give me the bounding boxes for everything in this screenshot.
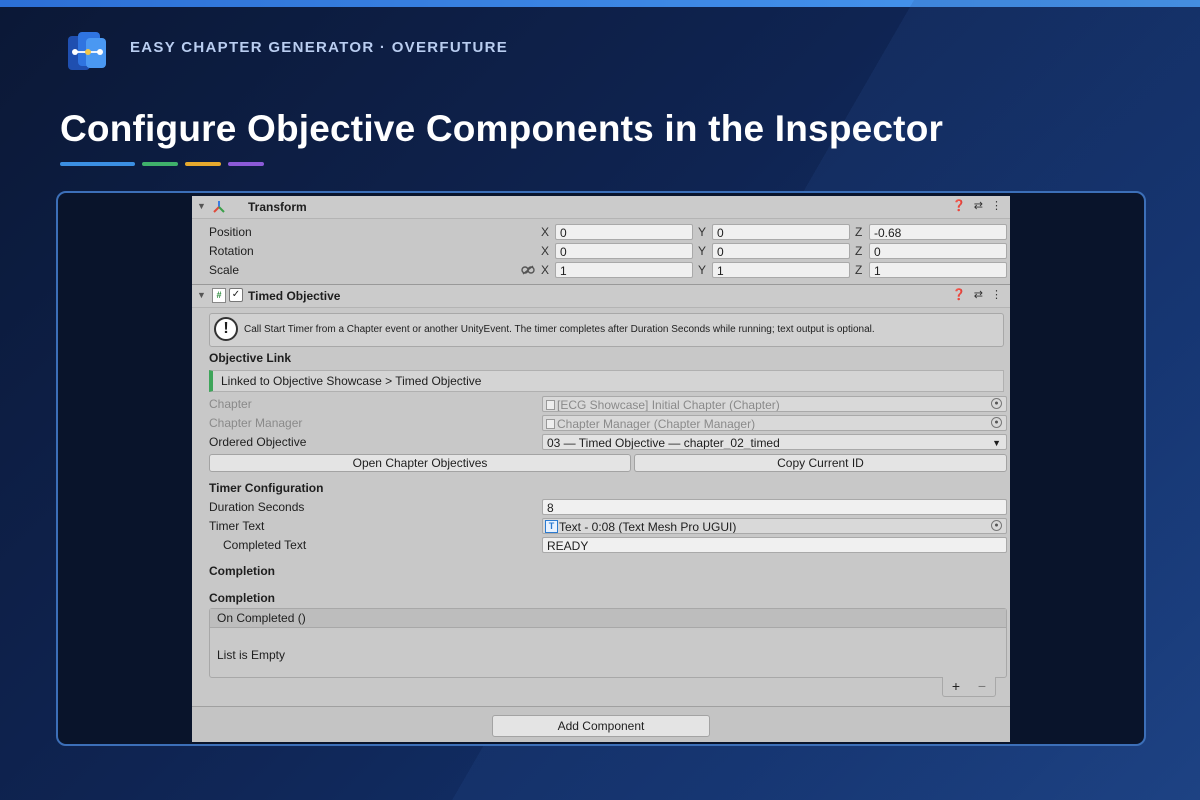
scale-x-field[interactable]: 1 — [555, 262, 693, 278]
rotation-z-axis[interactable]: Z — [855, 244, 862, 258]
completion-heading: Completion — [209, 564, 275, 578]
scale-label: Scale — [209, 263, 240, 277]
event-list-controls: + − — [942, 677, 996, 697]
chapter-field[interactable]: [ECG Showcase] Initial Chapter (Chapter)… — [542, 396, 1007, 412]
rotation-y-field[interactable]: 0 — [712, 243, 850, 259]
constrain-proportions-icon[interactable] — [521, 265, 535, 275]
kebab-menu-icon[interactable]: ⋮ — [991, 199, 1002, 212]
app-logo — [68, 32, 106, 70]
remove-event-button[interactable]: − — [978, 677, 986, 696]
completed-text-field[interactable]: READY — [542, 537, 1007, 553]
position-y-field[interactable]: 0 — [712, 224, 850, 240]
help-icon[interactable]: ❓ — [952, 199, 966, 212]
help-icon[interactable]: ❓ — [952, 288, 966, 301]
scale-z-field[interactable]: 1 — [869, 262, 1007, 278]
on-completed-event-list: On Completed () List is Empty — [209, 608, 1007, 678]
collapse-arrow-icon[interactable]: ▼ — [197, 290, 206, 300]
chapter-manager-label: Chapter Manager — [209, 416, 303, 430]
object-picker-icon[interactable]: ● — [991, 417, 1002, 428]
help-box: ! Call Start Timer from a Chapter event … — [209, 313, 1004, 347]
accent-line-purple — [228, 162, 264, 166]
rotation-x-axis[interactable]: X — [541, 244, 549, 258]
brand-name: EASY CHAPTER GENERATOR · OVERFUTURE — [130, 39, 509, 56]
timed-objective-header[interactable]: ▼ # ✓ Timed Objective ❓ ⇄ ⋮ — [192, 284, 1010, 308]
timer-text-label: Timer Text — [209, 519, 265, 533]
scale-y-field[interactable]: 1 — [712, 262, 850, 278]
ordered-objective-value: 03 — Timed Objective — chapter_02_timed — [547, 436, 780, 450]
accent-line-green — [142, 162, 178, 166]
position-x-axis[interactable]: X — [541, 225, 549, 239]
preset-icon[interactable]: ⇄ — [974, 199, 983, 212]
chapter-asset-icon — [546, 400, 555, 410]
timer-text-field[interactable]: T Text - 0:08 (Text Mesh Pro UGUI) ● — [542, 518, 1007, 534]
ordered-objective-dropdown[interactable]: 03 — Timed Objective — chapter_02_timed … — [542, 434, 1007, 450]
timer-configuration-heading: Timer Configuration — [209, 481, 324, 495]
chapter-manager-field-value: Chapter Manager (Chapter Manager) — [557, 417, 756, 431]
position-y-axis[interactable]: Y — [698, 225, 706, 239]
scale-y-axis[interactable]: Y — [698, 263, 706, 277]
timer-text-value: Text - 0:08 (Text Mesh Pro UGUI) — [559, 520, 737, 534]
enabled-checkbox[interactable]: ✓ — [229, 288, 243, 302]
collapse-arrow-icon[interactable]: ▼ — [197, 201, 206, 211]
object-picker-icon[interactable]: ● — [991, 520, 1002, 531]
preset-icon[interactable]: ⇄ — [974, 288, 983, 301]
add-event-button[interactable]: + — [952, 677, 960, 696]
chapter-manager-field[interactable]: Chapter Manager (Chapter Manager) ● — [542, 415, 1007, 431]
rotation-x-field[interactable]: 0 — [555, 243, 693, 259]
chapter-label: Chapter — [209, 397, 252, 411]
accent-line-blue — [60, 162, 135, 166]
completion-event-heading: Completion — [209, 591, 275, 605]
copy-current-id-button[interactable]: Copy Current ID — [634, 454, 1007, 472]
script-icon: # — [212, 288, 226, 303]
objective-link-heading: Objective Link — [209, 351, 292, 365]
help-text: Call Start Timer from a Chapter event or… — [244, 324, 875, 335]
duration-seconds-field[interactable]: 8 — [542, 499, 1007, 515]
link-status: Linked to Objective Showcase > Timed Obj… — [209, 370, 1004, 392]
on-completed-event-header: On Completed () — [210, 609, 1006, 628]
scale-x-axis[interactable]: X — [541, 263, 549, 277]
screenshot-frame: ▼ Transform ❓ ⇄ ⋮ Position X 0 Y 0 Z -0.… — [56, 191, 1146, 746]
page-title: Configure Objective Components in the In… — [60, 108, 944, 149]
open-chapter-objectives-button[interactable]: Open Chapter Objectives — [209, 454, 631, 472]
rotation-z-field[interactable]: 0 — [869, 243, 1007, 259]
chapter-manager-asset-icon — [546, 419, 555, 429]
text-component-icon: T — [545, 520, 558, 533]
kebab-menu-icon[interactable]: ⋮ — [991, 288, 1002, 301]
ordered-objective-label: Ordered Objective — [209, 435, 307, 449]
add-component-button[interactable]: Add Component — [492, 715, 710, 737]
rotation-y-axis[interactable]: Y — [698, 244, 706, 258]
position-label: Position — [209, 225, 252, 239]
top-accent-bar — [0, 0, 1200, 7]
transform-icon — [213, 201, 225, 213]
accent-line-yellow — [185, 162, 221, 166]
dropdown-arrow-icon: ▼ — [992, 438, 1001, 448]
position-z-field[interactable]: -0.68 — [869, 224, 1007, 240]
accent-lines — [60, 162, 264, 166]
warning-icon: ! — [214, 317, 238, 341]
inspector-footer: Add Component — [192, 706, 1010, 742]
duration-seconds-label: Duration Seconds — [209, 500, 305, 514]
transform-title: Transform — [248, 200, 307, 214]
position-x-field[interactable]: 0 — [555, 224, 693, 240]
position-z-axis[interactable]: Z — [855, 225, 862, 239]
event-list-empty-text: List is Empty — [217, 648, 286, 662]
inspector-panel: ▼ Transform ❓ ⇄ ⋮ Position X 0 Y 0 Z -0.… — [192, 196, 1010, 742]
timed-objective-title: Timed Objective — [248, 289, 341, 303]
scale-z-axis[interactable]: Z — [855, 263, 862, 277]
completed-text-label: Completed Text — [223, 538, 307, 552]
rotation-label: Rotation — [209, 244, 254, 258]
transform-header[interactable]: ▼ Transform ❓ ⇄ ⋮ — [192, 196, 1010, 219]
object-picker-icon[interactable]: ● — [991, 398, 1002, 409]
chapter-field-value: [ECG Showcase] Initial Chapter (Chapter) — [557, 398, 780, 412]
